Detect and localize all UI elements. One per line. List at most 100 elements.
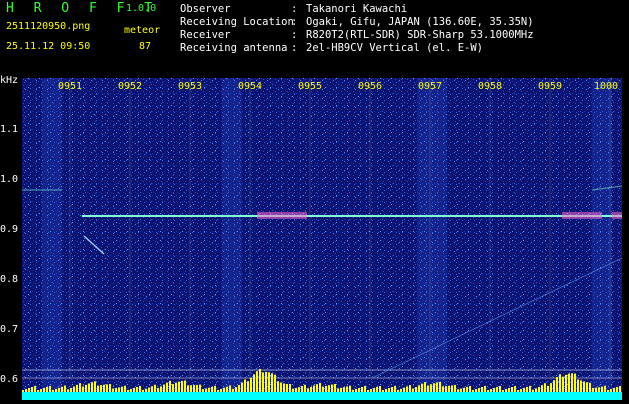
level-bar	[313, 385, 315, 392]
level-bar	[163, 384, 165, 392]
level-bar	[520, 388, 522, 392]
level-bar	[220, 388, 222, 392]
level-bar	[157, 388, 159, 392]
level-bar	[589, 382, 591, 392]
info-colon: :	[291, 3, 298, 15]
level-bar	[613, 387, 615, 392]
info-colon: :	[291, 29, 298, 41]
level-bar	[436, 382, 438, 392]
datetime: 25.11.12 09:50	[6, 41, 91, 52]
level-bar	[544, 383, 546, 392]
level-bar	[394, 385, 396, 392]
level-bar	[232, 388, 234, 392]
x-tick-label: 0952	[118, 81, 143, 92]
level-bar	[55, 388, 57, 392]
noise-band	[222, 78, 242, 400]
level-bar	[307, 388, 309, 392]
level-bar	[298, 387, 300, 392]
level-bar	[586, 382, 588, 392]
app-version: 1.0.0	[126, 3, 157, 14]
level-bar	[229, 385, 231, 392]
level-bar	[331, 384, 333, 392]
level-bar	[364, 385, 366, 392]
level-bar	[421, 383, 423, 392]
level-bar	[499, 386, 501, 392]
level-bar	[535, 388, 537, 392]
level-bar	[247, 381, 249, 392]
level-bar	[226, 386, 228, 392]
level-bar	[430, 384, 432, 392]
level-bar	[100, 385, 102, 392]
level-bar	[175, 382, 177, 392]
meteor-label: meteor	[124, 25, 161, 36]
level-bar	[289, 384, 291, 392]
level-bar	[400, 388, 402, 392]
level-bar	[46, 386, 48, 392]
level-bar	[538, 386, 540, 392]
level-bar	[490, 388, 492, 392]
level-bar	[478, 387, 480, 392]
level-bar	[352, 389, 354, 392]
level-bar	[418, 385, 420, 392]
x-tick-label: 0958	[478, 81, 503, 92]
info-key-receiver: Receiver	[180, 29, 231, 41]
level-bar	[595, 387, 597, 392]
level-bar	[484, 385, 486, 392]
level-bar	[481, 386, 483, 392]
info-value-receiver: R820T2(RTL-SDR) SDR-Sharp 53.1000MHz	[306, 29, 534, 41]
level-bar	[346, 386, 348, 392]
level-bar	[73, 386, 75, 392]
level-bar	[316, 384, 318, 392]
level-bar	[244, 379, 246, 392]
level-bar	[406, 386, 408, 392]
level-bar	[577, 379, 579, 392]
level-bar	[463, 387, 465, 392]
level-bar	[28, 387, 30, 392]
level-bar	[211, 386, 213, 392]
level-bar	[25, 389, 27, 392]
level-bar	[124, 385, 126, 392]
level-bar	[454, 384, 456, 392]
level-bar	[412, 388, 414, 392]
info-key-observer: Observer	[180, 3, 231, 15]
level-base	[22, 392, 622, 400]
level-bar	[103, 384, 105, 392]
level-bar	[115, 388, 117, 392]
level-bar	[145, 388, 147, 392]
level-bar	[109, 384, 111, 392]
level-bar	[415, 387, 417, 392]
level-bar	[397, 389, 399, 392]
level-bar	[334, 383, 336, 392]
level-bar	[169, 380, 171, 392]
level-bar	[121, 386, 123, 392]
unit-label: kHz	[0, 75, 19, 86]
level-bar	[283, 383, 285, 392]
level-bar	[358, 387, 360, 392]
spectrogram-noise	[22, 78, 622, 400]
level-bar	[151, 386, 153, 392]
level-bar	[22, 390, 24, 392]
level-bar	[502, 389, 504, 392]
level-bar	[427, 385, 429, 392]
level-bar	[40, 388, 42, 392]
level-bar	[280, 382, 282, 392]
level-bar	[403, 387, 405, 392]
y-tick-label: 0.8	[0, 274, 19, 285]
level-bar	[199, 384, 201, 392]
level-bar	[409, 385, 411, 392]
level-bar	[532, 389, 534, 392]
y-tick-label: 0.6	[0, 374, 19, 385]
level-bar	[529, 385, 531, 392]
level-bar	[217, 389, 219, 392]
level-bar	[442, 386, 444, 392]
level-bar	[253, 374, 255, 392]
level-bar	[559, 374, 561, 392]
header-panel: H R O F F T 1.0.0 2511120950.png meteor …	[0, 0, 629, 78]
level-bar	[355, 388, 357, 392]
y-tick-label: 0.9	[0, 224, 19, 235]
level-bar	[475, 388, 477, 392]
level-bar	[424, 382, 426, 392]
level-bar	[457, 389, 459, 392]
level-bar	[466, 386, 468, 392]
level-bar	[94, 381, 96, 392]
